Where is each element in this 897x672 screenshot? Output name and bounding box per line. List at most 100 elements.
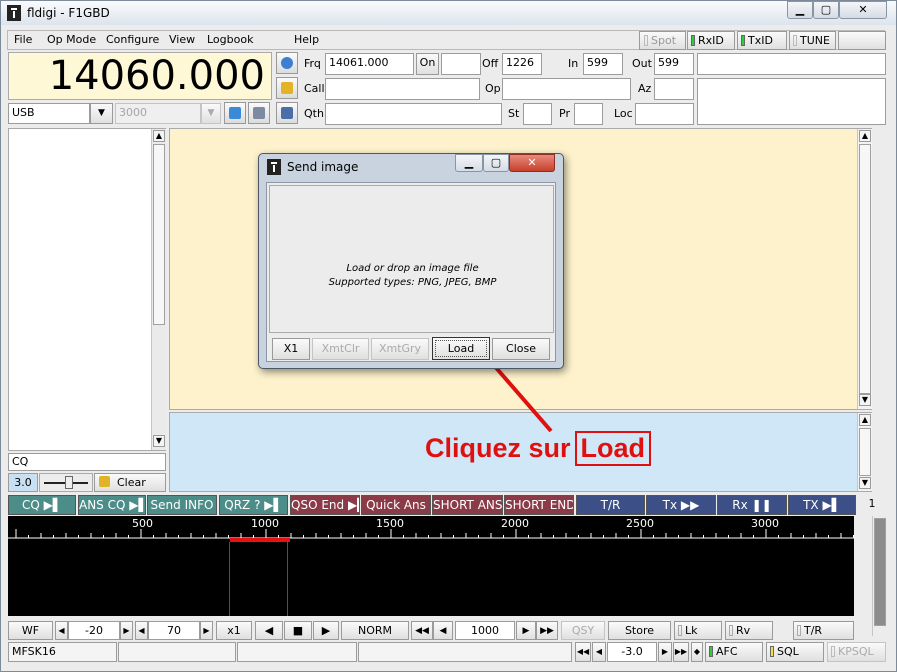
wf-pause-button[interactable]: ■ xyxy=(284,621,312,640)
out-field[interactable]: 599 xyxy=(654,53,694,75)
kpsql-toggle[interactable]: KPSQL xyxy=(827,642,886,662)
level1-right-arrow[interactable]: ▶ xyxy=(120,621,133,640)
diamond-icon[interactable]: ◆ xyxy=(691,642,703,662)
status-mode[interactable]: MFSK16 xyxy=(8,642,117,662)
macro-rx[interactable]: Rx ❚❚ xyxy=(717,495,787,515)
maximize-button[interactable]: ▢ xyxy=(813,1,839,19)
call-field[interactable] xyxy=(325,78,480,100)
wf-scroll-thumb[interactable] xyxy=(874,518,886,626)
scroll-thumb[interactable] xyxy=(153,144,165,325)
image-drop-area[interactable]: Load or drop an image file Supported typ… xyxy=(269,185,554,333)
xmtgry-button[interactable]: XmtGry xyxy=(371,338,429,360)
menu-view[interactable]: View xyxy=(169,33,195,46)
reverse-toggle[interactable]: Rv xyxy=(725,621,773,640)
level1-field[interactable]: -20 xyxy=(68,621,120,640)
macro-ans-cq[interactable]: ANS CQ ▶▌ xyxy=(78,495,146,515)
macro-page-number[interactable]: 1 xyxy=(858,495,886,515)
sql-toggle[interactable]: SQL xyxy=(766,642,824,662)
sync-icon[interactable] xyxy=(224,102,246,124)
bandwidth-dropdown-button[interactable]: ▼ xyxy=(201,103,221,124)
dialog-minimize-button[interactable]: ▁ xyxy=(455,154,483,172)
store-button[interactable]: Store xyxy=(608,621,671,640)
rxid-toggle[interactable]: RxID xyxy=(687,31,735,50)
in-field[interactable]: 599 xyxy=(583,53,623,75)
macro-short-ans[interactable]: SHORT ANS xyxy=(432,495,503,515)
scroll-down-arrow[interactable]: ▼ xyxy=(153,435,165,447)
menu-configure[interactable]: Configure xyxy=(106,33,159,46)
menu-help[interactable]: Help xyxy=(294,33,319,46)
left-scrollbar[interactable]: ▲ ▼ xyxy=(151,129,166,450)
on-button[interactable]: On xyxy=(416,53,439,75)
rx-scroll-down[interactable]: ▼ xyxy=(859,394,871,406)
waterfall-display[interactable] xyxy=(8,542,854,616)
save-log-icon[interactable] xyxy=(276,102,298,124)
slider-handle[interactable] xyxy=(65,476,73,489)
menu-file[interactable]: File xyxy=(14,33,32,46)
globe-icon[interactable] xyxy=(276,52,298,74)
macro-send-info[interactable]: Send INFO xyxy=(147,495,217,515)
menu-logbook[interactable]: Logbook xyxy=(207,33,253,46)
macro-tr[interactable]: T/R xyxy=(576,495,645,515)
close-dialog-button[interactable]: Close xyxy=(492,338,550,360)
frequency-display[interactable]: 14060.000 xyxy=(8,52,272,100)
close-window-button[interactable]: ✕ xyxy=(839,1,887,19)
carrier-right[interactable]: ▶ xyxy=(516,621,536,640)
loc-field[interactable] xyxy=(635,103,694,125)
squelch-slider[interactable] xyxy=(39,473,93,492)
dialog-maximize-button[interactable]: ▢ xyxy=(483,154,509,172)
waterfall-scrollbar[interactable] xyxy=(872,516,887,636)
bandwidth-select[interactable]: 3000 xyxy=(115,103,201,124)
carrier-fast-left[interactable]: ◀◀ xyxy=(411,621,433,640)
carrier-left[interactable]: ◀ xyxy=(433,621,453,640)
menu-op-mode[interactable]: Op Mode xyxy=(47,33,96,46)
tx-scroll-up[interactable]: ▲ xyxy=(859,414,871,426)
lock-toggle[interactable]: Lk xyxy=(674,621,722,640)
qsy-button[interactable]: QSY xyxy=(561,621,605,640)
tune-toggle[interactable]: TUNE xyxy=(789,31,836,50)
spot-toggle[interactable]: Spot xyxy=(639,31,686,50)
afc-toggle[interactable]: AFC xyxy=(705,642,763,662)
mode-dropdown-button[interactable]: ▼ xyxy=(90,103,113,124)
macro-qso-end[interactable]: QSO End ▶▌ xyxy=(290,495,360,515)
xmtclr-button[interactable]: XmtClr xyxy=(312,338,369,360)
wf-back-button[interactable]: ◀ xyxy=(255,621,283,640)
macro-cq[interactable]: CQ ▶▌ xyxy=(8,495,76,515)
rig-icon[interactable] xyxy=(248,102,270,124)
txid-toggle[interactable]: TxID xyxy=(737,31,787,50)
tr-toggle[interactable]: T/R xyxy=(793,621,854,640)
carrier-field[interactable]: 1000 xyxy=(455,621,515,640)
az-field[interactable] xyxy=(654,78,694,100)
qth-field[interactable] xyxy=(325,103,502,125)
carrier-fast-right[interactable]: ▶▶ xyxy=(536,621,558,640)
frq-field[interactable]: 14061.000 xyxy=(325,53,414,75)
wf-mode-button[interactable]: WF xyxy=(8,621,53,640)
log-extra-field[interactable] xyxy=(697,78,886,125)
minimize-button[interactable]: ▁ xyxy=(787,1,813,19)
log-notes-field[interactable] xyxy=(697,53,886,75)
dialog-close-icon[interactable]: ✕ xyxy=(509,154,555,172)
macro-quick-ans[interactable]: Quick Ans xyxy=(361,495,431,515)
offset-right[interactable]: ▶ xyxy=(658,642,672,662)
rx-scroll-up[interactable]: ▲ xyxy=(859,130,871,142)
level1-left-arrow[interactable]: ◀ xyxy=(55,621,68,640)
pr-field[interactable] xyxy=(574,103,603,125)
off-field[interactable]: 1226 xyxy=(502,53,542,75)
load-button[interactable]: Load xyxy=(432,337,490,360)
offset-fast-left[interactable]: ◀◀ xyxy=(575,642,591,662)
rx-scrollbar[interactable]: ▲ ▼ xyxy=(857,129,872,409)
offset-field[interactable]: -3.0 xyxy=(607,642,657,662)
macro-tx-end[interactable]: TX ▶▌ xyxy=(788,495,856,515)
macro-short-end[interactable]: SHORT END xyxy=(504,495,574,515)
st-field[interactable] xyxy=(523,103,552,125)
macro-qrz[interactable]: QRZ ? ▶▌ xyxy=(219,495,288,515)
speed-button[interactable]: NORM xyxy=(341,621,409,640)
macro-tx[interactable]: Tx ▶▶ xyxy=(646,495,716,515)
tx-scrollbar[interactable]: ▲ ▼ xyxy=(857,413,872,491)
on-field[interactable] xyxy=(441,53,481,75)
scroll-up-arrow[interactable]: ▲ xyxy=(153,130,165,142)
level2-right-arrow[interactable]: ▶ xyxy=(200,621,213,640)
zoom-button[interactable]: x1 xyxy=(216,621,252,640)
level2-left-arrow[interactable]: ◀ xyxy=(135,621,148,640)
offset-fast-right[interactable]: ▶▶ xyxy=(673,642,689,662)
wf-forward-button[interactable]: ▶ xyxy=(313,621,339,640)
